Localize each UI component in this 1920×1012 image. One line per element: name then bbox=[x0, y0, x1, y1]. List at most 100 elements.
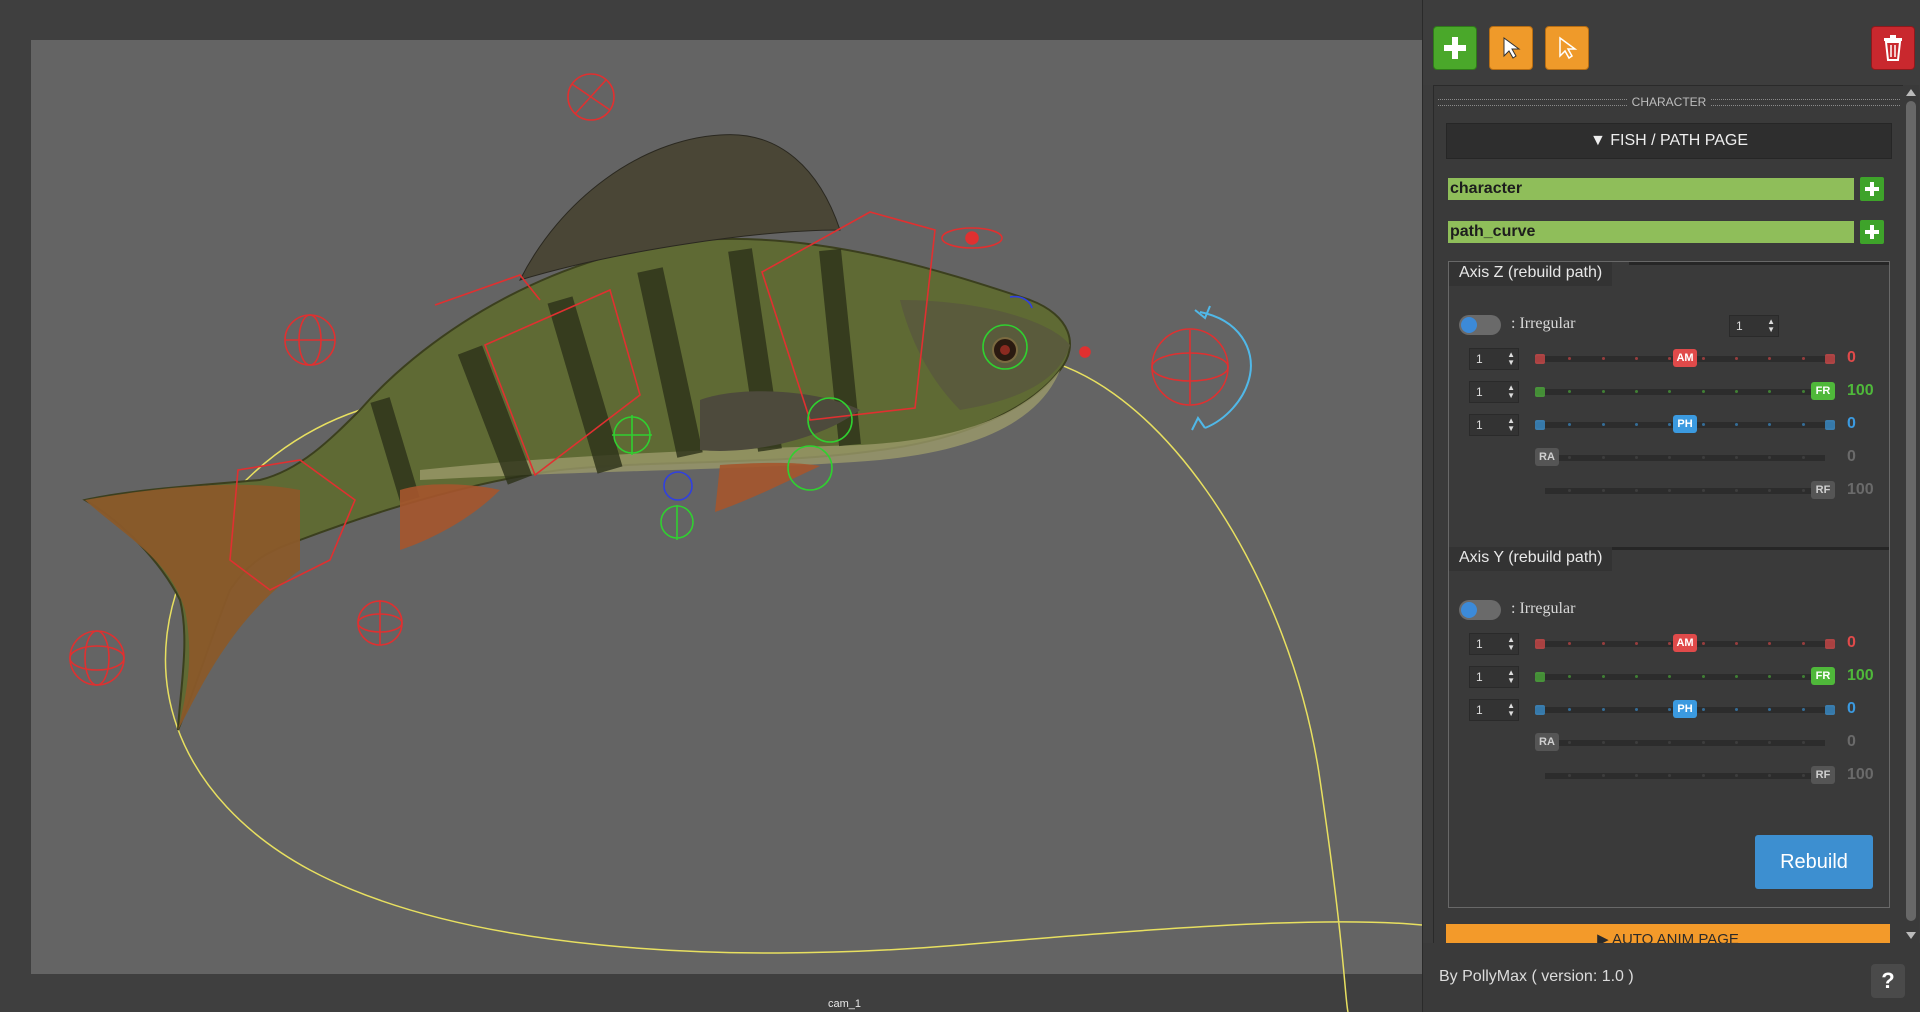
select-alt-button[interactable] bbox=[1545, 26, 1589, 70]
slider-handle-ph[interactable]: PH bbox=[1673, 700, 1697, 718]
slider-tick bbox=[1801, 774, 1805, 777]
add-button[interactable] bbox=[1433, 26, 1477, 70]
panel-scroll-area[interactable]: CHARACTER ▼ FISH / PATH PAGE character p… bbox=[1433, 85, 1905, 945]
viewport-3d[interactable]: cam_1 bbox=[0, 0, 1422, 1012]
slider-endcap bbox=[1535, 705, 1545, 715]
axis-y-slider-ra[interactable]: RA 0 bbox=[1535, 731, 1895, 753]
axis-z-slider-fr[interactable]: FR 100 bbox=[1535, 380, 1895, 402]
slider-tick bbox=[1701, 357, 1705, 360]
slider-tick bbox=[1601, 741, 1605, 744]
scroll-thumb[interactable] bbox=[1906, 101, 1916, 921]
slider-track[interactable] bbox=[1535, 674, 1835, 680]
slider-tick bbox=[1701, 675, 1705, 678]
slider-endcap bbox=[1825, 705, 1835, 715]
rig-tool-panel: CHARACTER ▼ FISH / PATH PAGE character p… bbox=[1422, 0, 1920, 1012]
axis-z-spin-ph[interactable]: 1 ▲ ▼ bbox=[1469, 414, 1519, 436]
trash-icon bbox=[1884, 35, 1902, 61]
slider-tick bbox=[1601, 642, 1605, 645]
select-button[interactable] bbox=[1489, 26, 1533, 70]
slider-endcap bbox=[1535, 771, 1545, 781]
slider-handle-ra[interactable]: RA bbox=[1535, 733, 1559, 751]
slider-tick bbox=[1735, 423, 1738, 426]
slider-tick bbox=[1735, 456, 1738, 459]
panel-scrollbar[interactable] bbox=[1903, 85, 1919, 943]
slider-tick bbox=[1635, 642, 1638, 645]
axis-z-title: Axis Z (rebuild path) bbox=[1449, 262, 1613, 286]
slider-value-rf: 100 bbox=[1847, 481, 1874, 498]
axis-z-irregular-toggle[interactable] bbox=[1459, 315, 1501, 335]
fish-path-page-button[interactable]: ▼ FISH / PATH PAGE bbox=[1446, 123, 1892, 159]
slider-tick bbox=[1701, 741, 1705, 744]
auto-anim-page-button[interactable]: ▶ AUTO ANIM PAGE bbox=[1446, 924, 1890, 944]
slider-value-ra: 0 bbox=[1847, 448, 1856, 465]
add-character-button[interactable] bbox=[1860, 177, 1884, 201]
character-field[interactable]: character bbox=[1448, 178, 1854, 200]
axis-z-spin-am[interactable]: 1 ▲ ▼ bbox=[1469, 348, 1519, 370]
slider-handle-rf[interactable]: RF bbox=[1811, 481, 1835, 499]
add-path-button[interactable] bbox=[1860, 220, 1884, 244]
axis-y-slider-fr[interactable]: FR 100 bbox=[1535, 665, 1895, 687]
slider-handle-am[interactable]: AM bbox=[1673, 634, 1697, 652]
slider-tick bbox=[1601, 774, 1605, 777]
slider-tick bbox=[1735, 489, 1738, 492]
fish-model bbox=[82, 134, 1071, 731]
slider-track[interactable] bbox=[1535, 455, 1835, 461]
axis-z-irregular-label: : Irregular bbox=[1511, 315, 1576, 332]
axis-y-irregular-toggle[interactable] bbox=[1459, 600, 1501, 620]
slider-handle-fr[interactable]: FR bbox=[1811, 667, 1835, 685]
axis-z-slider-ra[interactable]: RA 0 bbox=[1535, 446, 1895, 468]
rebuild-button[interactable]: Rebuild bbox=[1755, 835, 1873, 889]
slider-value-fr: 100 bbox=[1847, 382, 1874, 399]
slider-endcap bbox=[1535, 354, 1545, 364]
slider-track[interactable] bbox=[1535, 773, 1835, 779]
axis-y-spin-ph[interactable]: 1 ▲ ▼ bbox=[1469, 699, 1519, 721]
slider-tick bbox=[1735, 774, 1738, 777]
axis-y-spin-fr[interactable]: 1 ▲ ▼ bbox=[1469, 666, 1519, 688]
slider-handle-ra[interactable]: RA bbox=[1535, 448, 1559, 466]
delete-button[interactable] bbox=[1871, 26, 1915, 70]
axis-y-spin-am[interactable]: 1 ▲ ▼ bbox=[1469, 633, 1519, 655]
help-button[interactable]: ? bbox=[1871, 964, 1905, 998]
axis-y-title: Axis Y (rebuild path) bbox=[1449, 547, 1613, 571]
slider-tick bbox=[1635, 456, 1638, 459]
slider-track[interactable] bbox=[1535, 488, 1835, 494]
slider-tick bbox=[1801, 489, 1805, 492]
slider-endcap bbox=[1535, 672, 1545, 682]
slider-endcap bbox=[1825, 420, 1835, 430]
scroll-down-arrow[interactable] bbox=[1906, 932, 1916, 939]
slider-value-ph: 0 bbox=[1847, 415, 1856, 432]
slider-endcap bbox=[1825, 639, 1835, 649]
axis-y-slider-ph[interactable]: PH 0 bbox=[1535, 698, 1895, 720]
slider-tick bbox=[1801, 456, 1805, 459]
slider-tick bbox=[1635, 489, 1638, 492]
slider-endcap bbox=[1825, 738, 1835, 748]
axis-y-slider-am[interactable]: AM 0 bbox=[1535, 632, 1895, 654]
axis-y-slider-rf[interactable]: RF 100 bbox=[1535, 764, 1895, 786]
axis-z-slider-ph[interactable]: PH 0 bbox=[1535, 413, 1895, 435]
path-curve-field[interactable]: path_curve bbox=[1448, 221, 1854, 243]
axis-z-slider-rf[interactable]: RF 100 bbox=[1535, 479, 1895, 501]
slider-tick bbox=[1635, 741, 1638, 744]
slider-handle-rf[interactable]: RF bbox=[1811, 766, 1835, 784]
slider-value-ph: 0 bbox=[1847, 700, 1856, 717]
slider-tick bbox=[1601, 456, 1605, 459]
slider-endcap bbox=[1825, 354, 1835, 364]
plus-icon bbox=[1865, 225, 1879, 239]
slider-tick bbox=[1701, 390, 1705, 393]
slider-endcap bbox=[1535, 387, 1545, 397]
slider-tick bbox=[1701, 423, 1705, 426]
axis-z-spin-fr[interactable]: 1 ▲ ▼ bbox=[1469, 381, 1519, 403]
axis-z-irregular-spin[interactable]: 1 ▲ ▼ bbox=[1729, 315, 1779, 337]
slider-tick bbox=[1801, 741, 1805, 744]
slider-handle-am[interactable]: AM bbox=[1673, 349, 1697, 367]
slider-handle-ph[interactable]: PH bbox=[1673, 415, 1697, 433]
axis-z-slider-am[interactable]: AM 0 bbox=[1535, 347, 1895, 369]
panel-toolbar bbox=[1423, 0, 1920, 85]
scroll-up-arrow[interactable] bbox=[1906, 89, 1916, 96]
slider-track[interactable] bbox=[1535, 389, 1835, 395]
slider-tick bbox=[1735, 642, 1738, 645]
slider-track[interactable] bbox=[1535, 740, 1835, 746]
slider-handle-fr[interactable]: FR bbox=[1811, 382, 1835, 400]
cursor-icon bbox=[1503, 37, 1521, 59]
slider-tick bbox=[1801, 423, 1805, 426]
